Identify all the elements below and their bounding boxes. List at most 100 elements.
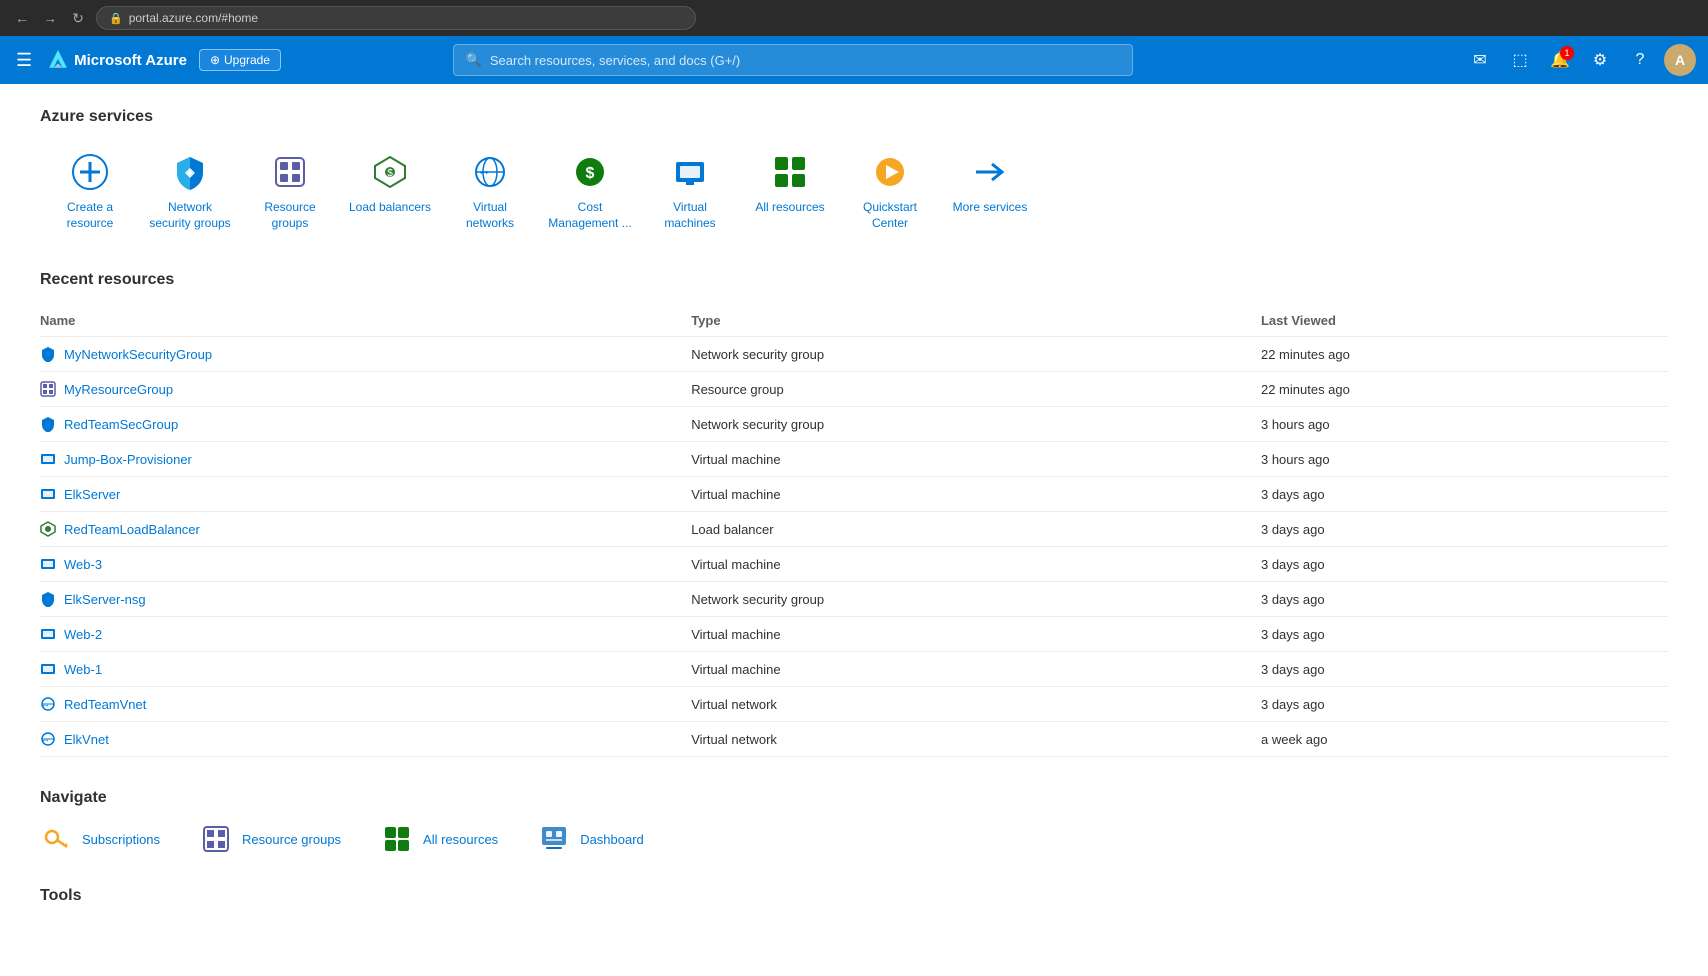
resource-type-icon [40,346,56,362]
resource-name-cell[interactable]: RedTeamLoadBalancer [40,512,691,547]
resource-type-icon: ↔ [40,696,56,712]
service-icon-more-services [968,150,1012,194]
resource-name[interactable]: Web-3 [64,557,102,572]
resource-name[interactable]: MyResourceGroup [64,382,173,397]
resource-last-viewed: 3 hours ago [1261,442,1668,477]
col-header-name: Name [40,305,691,337]
service-item-all-resources[interactable]: All resources [740,142,840,239]
azure-nav: ☰ Microsoft Azure ⊕ Upgrade 🔍 Search res… [0,36,1708,84]
resource-name-cell[interactable]: RedTeamSecGroup [40,407,691,442]
hamburger-menu-button[interactable]: ☰ [12,46,36,75]
resource-type: Resource group [691,372,1261,407]
resource-last-viewed: 3 days ago [1261,512,1668,547]
resource-type: Virtual machine [691,442,1261,477]
resource-type: Virtual machine [691,617,1261,652]
service-label-more-services: More services [953,200,1028,216]
resource-type-icon [40,591,56,607]
resource-name-cell[interactable]: ElkServer-nsg [40,582,691,617]
resource-name[interactable]: ElkServer-nsg [64,592,146,607]
settings-icon: ⚙ [1593,50,1607,70]
back-button[interactable]: ← [12,8,32,28]
resource-name[interactable]: Jump-Box-Provisioner [64,452,192,467]
resource-name-cell[interactable]: ElkServer [40,477,691,512]
service-label-virtual-machines: Virtual machines [648,200,732,231]
svg-text:↔: ↔ [477,162,491,178]
service-label-resource-groups: Resource groups [248,200,332,231]
resource-type: Load balancer [691,512,1261,547]
resource-name[interactable]: Web-1 [64,662,102,677]
resource-name[interactable]: RedTeamVnet [64,697,146,712]
service-icon-virtual-networks: ↔ [468,150,512,194]
resource-name[interactable]: ElkVnet [64,732,109,747]
table-row: Web-3 Virtual machine 3 days ago [40,547,1668,582]
azure-logo-icon [48,50,68,70]
navigate-icon-subscriptions [40,823,72,855]
resource-name[interactable]: ElkServer [64,487,120,502]
resource-name-cell[interactable]: Web-1 [40,652,691,687]
resource-type: Network security group [691,407,1261,442]
services-grid: Create a resource ◈ Network security gro… [40,142,1668,239]
resource-last-viewed: 3 days ago [1261,687,1668,722]
resource-type-icon [40,521,56,537]
forward-button[interactable]: → [40,8,60,28]
svg-text:$: $ [586,165,595,182]
navigate-icon-dashboard [538,823,570,855]
avatar-button[interactable]: A [1664,44,1696,76]
resource-name[interactable]: RedTeamLoadBalancer [64,522,200,537]
resource-name-cell[interactable]: ↔ ElkVnet [40,722,691,757]
service-icon-load-balancers: $ [368,150,412,194]
resource-name[interactable]: Web-2 [64,627,102,642]
lock-icon: 🔒 [109,12,123,25]
service-label-all-resources: All resources [755,200,824,216]
resource-name[interactable]: RedTeamSecGroup [64,417,178,432]
settings-button[interactable]: ⚙ [1584,44,1616,76]
navigate-grid: Subscriptions Resource groups All resour… [40,823,1668,855]
resource-name-cell[interactable]: ↔ RedTeamVnet [40,687,691,722]
navigate-item-subscriptions[interactable]: Subscriptions [40,823,160,855]
service-item-load-balancers[interactable]: $ Load balancers [340,142,440,239]
upgrade-label: Upgrade [224,53,270,67]
navigate-item-dashboard[interactable]: Dashboard [538,823,644,855]
table-row: MyResourceGroup Resource group 22 minute… [40,372,1668,407]
navigate-label-all-resources: All resources [423,832,498,847]
resource-last-viewed: 3 days ago [1261,547,1668,582]
resource-name-cell[interactable]: MyResourceGroup [40,372,691,407]
col-header-type: Type [691,305,1261,337]
table-row: Web-2 Virtual machine 3 days ago [40,617,1668,652]
service-label-virtual-networks: Virtual networks [448,200,532,231]
service-item-resource-groups[interactable]: Resource groups [240,142,340,239]
resource-last-viewed: 22 minutes ago [1261,372,1668,407]
help-button[interactable]: ? [1624,44,1656,76]
resource-name-cell[interactable]: MyNetworkSecurityGroup [40,337,691,372]
cloud-shell-button[interactable]: ⬚ [1504,44,1536,76]
search-placeholder: Search resources, services, and docs (G+… [490,53,740,68]
navigate-label-resource-groups: Resource groups [242,832,341,847]
notifications-button[interactable]: 🔔 1 [1544,44,1576,76]
service-item-virtual-networks[interactable]: ↔ Virtual networks [440,142,540,239]
resource-type: Virtual network [691,687,1261,722]
refresh-button[interactable]: ↻ [68,8,88,28]
resource-type-icon [40,416,56,432]
table-row: ↔ ElkVnet Virtual network a week ago [40,722,1668,757]
browser-bar: ← → ↻ 🔒 portal.azure.com/#home [0,0,1708,36]
service-item-create-resource[interactable]: Create a resource [40,142,140,239]
feedback-button[interactable]: ✉ [1464,44,1496,76]
upgrade-button[interactable]: ⊕ Upgrade [199,49,281,71]
service-item-cost-management[interactable]: $ Cost Management ... [540,142,640,239]
service-item-virtual-machines[interactable]: Virtual machines [640,142,740,239]
navigate-label-subscriptions: Subscriptions [82,832,160,847]
resource-last-viewed: 3 days ago [1261,582,1668,617]
service-item-nsg[interactable]: ◈ Network security groups [140,142,240,239]
resource-name-cell[interactable]: Jump-Box-Provisioner [40,442,691,477]
service-item-quickstart[interactable]: Quickstart Center [840,142,940,239]
navigate-item-resource-groups[interactable]: Resource groups [200,823,341,855]
navigate-item-all-resources[interactable]: All resources [381,823,498,855]
address-bar[interactable]: 🔒 portal.azure.com/#home [96,6,696,30]
resource-name[interactable]: MyNetworkSecurityGroup [64,347,212,362]
resource-name-cell[interactable]: Web-3 [40,547,691,582]
tools-section: Tools [40,887,1668,905]
service-label-quickstart: Quickstart Center [848,200,932,231]
search-bar[interactable]: 🔍 Search resources, services, and docs (… [453,44,1133,76]
resource-name-cell[interactable]: Web-2 [40,617,691,652]
service-item-more-services[interactable]: More services [940,142,1040,239]
